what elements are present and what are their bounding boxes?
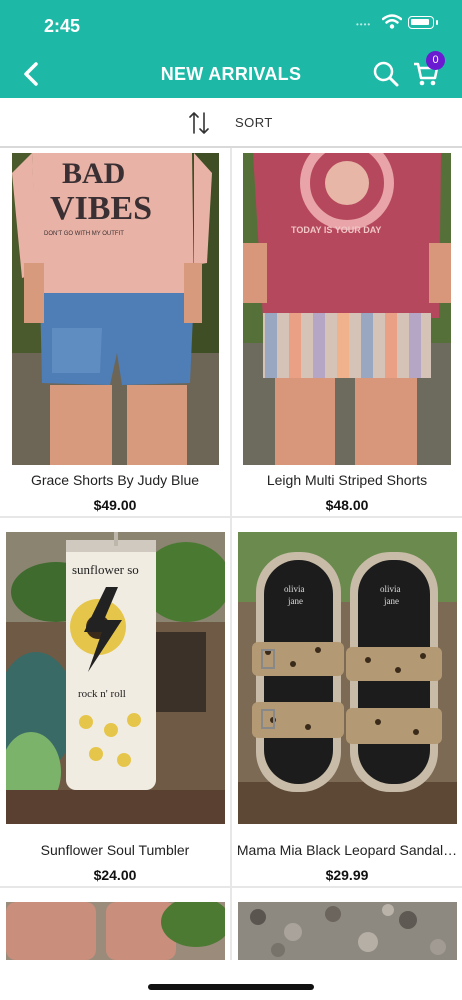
sort-icon[interactable] — [188, 111, 210, 135]
sandal-brand-3: olivia — [380, 584, 401, 594]
product-image-partial-1[interactable] — [6, 902, 225, 960]
tumbler-print-rocknroll: rock n' roll — [78, 688, 126, 700]
product-image-leigh-shorts[interactable]: TODAY IS YOUR DAY — [243, 153, 451, 465]
product-card[interactable]: TODAY IS YOUR DAY Leigh Multi Striped Sh… — [232, 148, 462, 516]
product-image-leopard-sandal[interactable]: olivia jane olivia jane — [238, 532, 457, 824]
product-card[interactable]: sunflower so rock n' roll Sunflower Soul… — [0, 518, 230, 886]
shirt-print-bad: BAD — [62, 157, 125, 190]
product-name[interactable]: Leigh Multi Striped Shorts — [232, 472, 462, 488]
product-price: $48.00 — [325, 497, 369, 513]
product-card[interactable] — [0, 888, 230, 960]
product-name[interactable]: Sunflower Soul Tumbler — [0, 842, 230, 858]
sandal-brand-4: jane — [383, 596, 399, 606]
sort-label[interactable]: SORT — [235, 115, 273, 130]
cart-count-badge: 0 — [426, 51, 445, 70]
product-price: $29.99 — [325, 867, 369, 883]
sandal-brand-1: olivia — [284, 584, 305, 594]
tumbler-print-sunflower: sunflower so — [72, 562, 139, 577]
shirt-print-today: TODAY IS YOUR DAY — [291, 225, 381, 235]
battery-icon — [408, 16, 434, 29]
product-image-sunflower-tumbler[interactable]: sunflower so rock n' roll — [6, 532, 225, 824]
shirt-print-vibes: VIBES — [50, 190, 152, 227]
product-image-partial-2[interactable] — [238, 902, 457, 960]
shirt-print-tagline: DON'T GO WITH MY OUTFIT — [44, 231, 124, 237]
product-card[interactable]: BAD VIBES DON'T GO WITH MY OUTFIT Grace … — [0, 148, 230, 516]
product-grid: BAD VIBES DON'T GO WITH MY OUTFIT Grace … — [0, 148, 462, 960]
product-name[interactable]: Grace Shorts By Judy Blue — [0, 472, 230, 488]
search-icon[interactable] — [372, 60, 400, 88]
battery-tip — [436, 20, 438, 25]
product-card[interactable] — [232, 888, 462, 960]
cellular-signal: •••• — [356, 20, 372, 29]
app-header: 2:45 •••• NEW ARRIVALS 0 — [0, 0, 462, 98]
product-price: $24.00 — [93, 867, 137, 883]
status-time: 2:45 — [44, 16, 81, 36]
wifi-icon — [382, 14, 402, 29]
product-card[interactable]: olivia jane olivia jane Mama Mia Black L… — [232, 518, 462, 886]
product-name[interactable]: Mama Mia Black Leopard Sandal… — [232, 842, 462, 858]
product-image-grace-shorts[interactable]: BAD VIBES DON'T GO WITH MY OUTFIT — [12, 153, 219, 465]
sort-bar[interactable]: SORT — [0, 98, 462, 148]
home-indicator — [148, 984, 314, 990]
sandal-brand-2: jane — [287, 596, 303, 606]
product-price: $49.00 — [93, 497, 137, 513]
